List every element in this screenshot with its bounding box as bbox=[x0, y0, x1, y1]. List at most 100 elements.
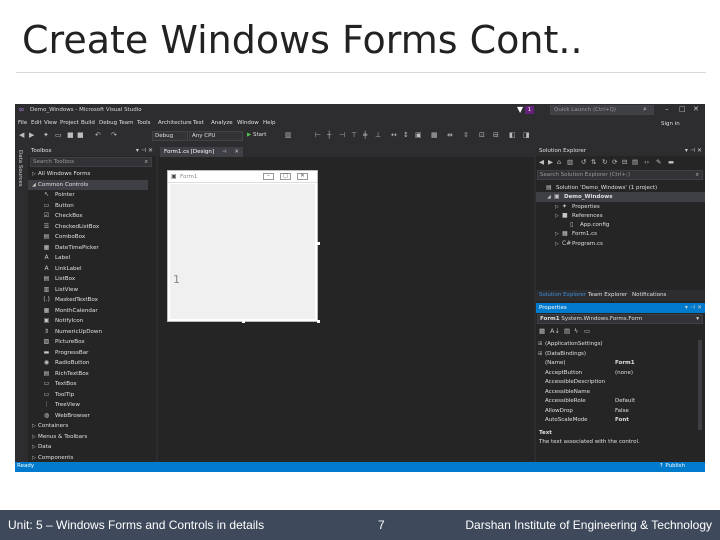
tab-notifications[interactable]: Notifications bbox=[632, 291, 666, 300]
toolbox-item[interactable]: A LinkLabel bbox=[28, 264, 148, 275]
collapse-all-icon[interactable]: ⊟ bbox=[622, 158, 627, 166]
redo-icon[interactable]: ↷ bbox=[111, 131, 117, 139]
menu-tools[interactable]: Tools bbox=[137, 120, 151, 126]
history-icon[interactable]: ↺ bbox=[581, 158, 586, 166]
save-icon[interactable]: ■ bbox=[67, 131, 74, 139]
notification-badge[interactable]: 1 bbox=[525, 106, 534, 114]
back-icon[interactable]: ◀ bbox=[539, 158, 544, 166]
property-value[interactable]: Font bbox=[615, 416, 629, 426]
property-category-row[interactable]: ⊞ (DataBindings) bbox=[536, 350, 696, 360]
solution-tree-item[interactable]: ▷ ■ References bbox=[536, 211, 705, 220]
properties-pin-icon[interactable]: ▾ ⊣ ✕ bbox=[685, 303, 702, 313]
toolbox-group[interactable]: ▷ All Windows Forms bbox=[28, 169, 148, 180]
menu-test[interactable]: Test bbox=[193, 120, 204, 126]
configuration-dropdown[interactable]: Debug bbox=[152, 131, 188, 141]
toolbox-item[interactable]: ▥ ListView bbox=[28, 285, 148, 296]
toolbox-item[interactable]: ☰ CheckedListBox bbox=[28, 222, 148, 233]
menu-window[interactable]: Window bbox=[237, 120, 259, 126]
maximize-icon[interactable]: □ bbox=[679, 105, 686, 113]
quick-launch-input[interactable]: Quick Launch (Ctrl+Q) bbox=[550, 105, 654, 115]
show-all-files-icon[interactable]: ▤ bbox=[632, 158, 638, 166]
events-icon[interactable]: ϟ bbox=[574, 327, 578, 335]
properties-object-selector[interactable]: Form1 System.Windows.Forms.Form ▾ bbox=[537, 314, 703, 324]
alphabetical-icon[interactable]: A↓ bbox=[550, 327, 560, 335]
tab-form1-design[interactable]: Form1.cs [Design] ⊣ ✕ bbox=[160, 147, 243, 157]
align-middle-icon[interactable]: ╪ bbox=[363, 131, 367, 139]
publish-button[interactable]: ↑ Publish bbox=[659, 463, 685, 469]
toolbox-item[interactable]: ▣ NotifyIcon bbox=[28, 316, 148, 327]
toolbox-item[interactable]: ▦ MonthCalendar bbox=[28, 306, 148, 317]
bring-to-front-icon[interactable]: ◧ bbox=[509, 131, 516, 139]
view-code-icon[interactable]: ‹› bbox=[644, 158, 649, 166]
property-row[interactable]: AutoScaleMode Font bbox=[536, 416, 696, 426]
same-size-icon[interactable]: ▣ bbox=[415, 131, 422, 139]
sign-in-link[interactable]: Sign in bbox=[661, 121, 680, 127]
tab-team-explorer[interactable]: Team Explorer bbox=[588, 291, 627, 300]
menu-file[interactable]: File bbox=[18, 120, 27, 126]
resize-handle-right[interactable] bbox=[317, 242, 320, 245]
toolbox-item[interactable]: ☑ CheckBox bbox=[28, 211, 148, 222]
tab-pin-icon[interactable]: ⊣ bbox=[222, 149, 227, 155]
wrench-icon[interactable]: ✎ bbox=[656, 158, 661, 166]
tree-expander-icon[interactable]: ▷ bbox=[555, 240, 562, 249]
platform-dropdown[interactable]: Any CPU bbox=[189, 131, 243, 141]
tab-close-icon[interactable]: ✕ bbox=[234, 149, 239, 155]
toolbox-group[interactable]: ▷ Data bbox=[28, 442, 148, 453]
toolbox-item[interactable]: (.) MaskedTextBox bbox=[28, 295, 148, 306]
close-icon[interactable]: ✕ bbox=[693, 105, 699, 113]
toolbox-item[interactable]: ▨ PictureBox bbox=[28, 337, 148, 348]
solution-tree-item[interactable]: ▷ ✦ Properties bbox=[536, 202, 705, 211]
property-row[interactable]: (Name) Form1 bbox=[536, 359, 696, 369]
toolbox-item[interactable]: ▭ ToolTip bbox=[28, 390, 148, 401]
tab-solution-explorer[interactable]: Solution Explorer bbox=[539, 291, 586, 300]
same-width-icon[interactable]: ↔ bbox=[391, 131, 397, 139]
toolbox-item[interactable]: ▤ ListBox bbox=[28, 274, 148, 285]
grid-icon[interactable]: ▦ bbox=[431, 131, 438, 139]
align-right-icon[interactable]: ⊣ bbox=[339, 131, 345, 139]
expand-plus-icon[interactable]: ⊞ bbox=[536, 340, 545, 350]
toolbox-item[interactable]: ⇕ NumericUpDown bbox=[28, 327, 148, 338]
center-horizontally-icon[interactable]: ⊡ bbox=[479, 131, 485, 139]
toolbox-item[interactable]: ▭ TextBox bbox=[28, 379, 148, 390]
toolbox-item[interactable]: ↖ Pointer bbox=[28, 190, 148, 201]
align-bottom-icon[interactable]: ⊥ bbox=[375, 131, 381, 139]
property-value[interactable]: Default bbox=[615, 397, 635, 407]
toolbox-item[interactable]: ◍ WebBrowser bbox=[28, 411, 148, 422]
expand-plus-icon[interactable]: ⊞ bbox=[536, 350, 545, 360]
form-designer-surface[interactable]: ▣ Form1 – □ ✕ 1 bbox=[158, 157, 534, 462]
minimize-icon[interactable]: – bbox=[665, 105, 669, 113]
open-icon[interactable]: ▭ bbox=[55, 131, 62, 139]
menu-debug[interactable]: Debug bbox=[99, 120, 117, 126]
preview-icon[interactable]: ▬ bbox=[668, 158, 674, 166]
search-icon[interactable]: ⌕ bbox=[643, 105, 647, 114]
new-project-icon[interactable]: ✦ bbox=[43, 131, 49, 139]
menu-project[interactable]: Project bbox=[60, 120, 79, 126]
data-sources-tab[interactable]: Data Sources bbox=[17, 150, 23, 187]
toolbox-item[interactable]: ◉ RadioButton bbox=[28, 358, 148, 369]
property-row[interactable]: AccessibleDescription bbox=[536, 378, 696, 388]
same-height-icon[interactable]: ↕ bbox=[403, 131, 409, 139]
back-icon[interactable]: ◀ bbox=[19, 131, 24, 139]
forward-icon[interactable]: ▶ bbox=[29, 131, 34, 139]
property-value[interactable]: (none) bbox=[615, 369, 633, 379]
solution-tree-item[interactable]: ◢ ▣ Demo_Windows bbox=[536, 192, 705, 202]
toolbox-group[interactable]: ▷ Containers bbox=[28, 421, 148, 432]
resize-handle-corner[interactable] bbox=[317, 320, 320, 323]
toolbox-group[interactable]: ◢ Common Controls bbox=[28, 179, 148, 190]
refresh-icon[interactable]: ⟳ bbox=[612, 158, 617, 166]
property-grid-scrollbar[interactable] bbox=[698, 340, 702, 430]
save-all-icon[interactable]: ■ bbox=[77, 131, 84, 139]
align-center-icon[interactable]: ┼ bbox=[327, 131, 331, 139]
start-button[interactable]: ▶ Start bbox=[247, 132, 266, 138]
solution-config-icon[interactable]: ▥ bbox=[285, 131, 292, 139]
properties-view-icon[interactable]: ▤ bbox=[564, 327, 570, 335]
property-row[interactable]: AllowDrop False bbox=[536, 407, 696, 417]
menu-edit[interactable]: Edit bbox=[31, 120, 42, 126]
toolbox-item[interactable]: ▬ ProgressBar bbox=[28, 348, 148, 359]
center-vertically-icon[interactable]: ⊟ bbox=[493, 131, 499, 139]
feedback-filter-icon[interactable]: ▼ bbox=[517, 105, 523, 114]
property-category-row[interactable]: ⊞ (ApplicationSettings) bbox=[536, 340, 696, 350]
menu-view[interactable]: View bbox=[44, 120, 57, 126]
solution-tree-item[interactable]: ▯ App.config bbox=[536, 220, 705, 229]
solution-tree-item[interactable]: ▷ C#Program.cs bbox=[536, 239, 705, 248]
